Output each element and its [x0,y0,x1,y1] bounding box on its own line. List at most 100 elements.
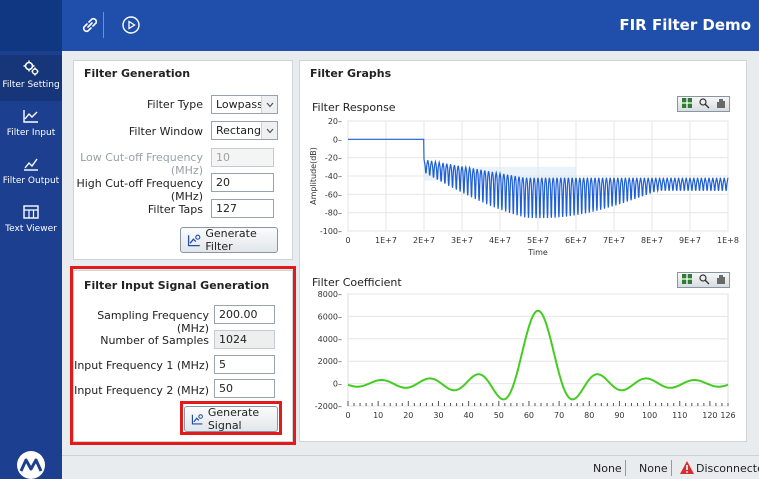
low-cutoff-label: Low Cut-off Frequency (MHz) [80,151,203,177]
x-tick-label: 8E+7 [641,236,663,245]
status-divider [671,460,672,476]
x-tick-label: 5E+7 [527,236,549,245]
connection-status: Disconnected [696,462,759,475]
x-tick-label: 110 [672,411,687,420]
y-tick-label: -20– [325,154,342,163]
x-tick-label: 30 [433,411,443,420]
filter-coefficient-title: Filter Coefficient [312,276,402,289]
y-axis-label: Amplitude(dB) [309,147,318,205]
filter-taps-field[interactable]: 127 [211,199,274,218]
x-tick-label: 6E+7 [565,236,587,245]
microchip-logo-icon [17,451,45,479]
filter-window-label: Filter Window [128,125,203,138]
status-item-2: None [639,462,668,475]
y-tick-label: 0– [333,135,342,144]
panel-title: Filter Generation [84,67,191,80]
filter-window-select[interactable]: Rectangle [211,121,278,140]
sampling-frequency-field[interactable]: 200.00 [214,305,275,324]
x-tick-label: 0 [345,236,350,245]
x-tick-label: 3E+7 [451,236,473,245]
y-tick-label: -100– [320,227,342,236]
gears-icon [22,59,40,77]
y-tick-label: -2000– [315,402,342,411]
y-tick-label: 0– [333,380,342,389]
sidebar-item-filter-output[interactable]: Filter Output [0,151,62,197]
y-tick-label: -80– [325,209,342,218]
y-tick-label: 8000– [318,290,342,299]
sidebar-item-label: Filter Input [6,128,56,138]
sidebar-item-filter-setting[interactable]: Filter Setting [0,55,62,101]
panel-title: Filter Graphs [310,67,392,80]
filter-type-select[interactable]: Lowpass [211,95,278,114]
input-frequency-1-label: Input Frequency 1 (MHz) [74,359,209,372]
high-cutoff-label: High Cut-off Frequency (MHz) [76,177,203,203]
number-of-samples-field: 1024 [214,330,275,349]
x-tick-label: 9E+7 [679,236,701,245]
signal-generation-panel: Filter Input Signal Generation Sampling … [73,270,293,442]
y-tick-label: 20– [328,117,342,126]
table-icon [22,203,40,221]
generate-signal-label: Generate Signal [207,406,260,432]
generate-filter-button[interactable]: Generate Filter [180,227,278,253]
zoom-tool-icon[interactable] [698,273,710,288]
x-tick-label: 60 [524,411,534,420]
generate-filter-icon [187,234,201,247]
top-bar-corner [0,0,62,51]
filter-type-value: Lowpass [216,98,263,111]
sampling-frequency-label: Sampling Frequency (MHz) [97,309,209,335]
response-graph-toolbar [677,96,730,112]
pan-tool-icon[interactable] [715,97,727,112]
toolbar-separator [103,12,104,38]
x-axis-label: Time [527,248,548,257]
y-tick-label: -60– [325,190,342,199]
filter-response-chart: 20– 0– -20– -40– -60– -80– -100–0 1E+7 2E+7 3E+7 4… [309,117,739,257]
filter-type-label: Filter Type [146,98,203,111]
filter-graphs-panel: Filter Graphs Filter Response 20– 0– -20– -… [299,60,747,442]
y-tick-label: -40– [325,172,342,181]
y-tick-label: 2000– [318,357,342,366]
x-tick-label: 0 [345,411,350,420]
x-tick-label: 40 [464,411,474,420]
chevron-down-icon [261,122,277,139]
high-cutoff-field[interactable]: 20 [211,173,274,192]
app-title: FIR Filter Demo [619,16,751,34]
low-cutoff-field[interactable]: 10 [211,148,274,167]
top-bar: FIR Filter Demo [0,0,759,51]
sidebar-item-label: Filter Setting [2,80,60,90]
sidebar-item-filter-input[interactable]: Filter Input [0,103,62,149]
play-icon[interactable] [118,12,144,38]
cursor-tool-icon[interactable] [681,273,693,288]
x-tick-label: 1E+7 [375,236,397,245]
y-tick-label: 4000– [318,335,342,344]
sidebar: Filter Setting Filter Input Filter Outpu… [0,51,62,479]
x-tick-label: 10 [373,411,383,420]
filter-coefficient-chart: 8000– 6000– 4000– 2000– 0– -2000–0 10 20 30 40 50 6… [315,290,736,420]
generate-signal-button[interactable]: Generate Signal [184,406,278,432]
pan-tool-icon[interactable] [715,273,727,288]
filter-generation-panel: Filter Generation Filter Type Lowpass Fi… [73,60,293,260]
sidebar-item-label: Text Viewer [5,224,57,234]
sidebar-item-text-viewer[interactable]: Text Viewer [0,199,62,245]
input-frequency-2-field[interactable]: 50 [214,379,275,398]
x-tick-label: 4E+7 [489,236,511,245]
status-bar: None None Disconnected [62,455,759,479]
x-tick-label: 90 [614,411,624,420]
link-icon[interactable] [77,12,103,38]
x-tick-label: 50 [494,411,504,420]
input-frequency-2-label: Input Frequency 2 (MHz) [74,384,209,397]
input-frequency-1-field[interactable]: 5 [214,355,275,374]
y-tick-label: 6000– [318,312,342,321]
zoom-tool-icon[interactable] [698,97,710,112]
cursor-tool-icon[interactable] [681,97,693,112]
chart-output-icon [22,155,40,173]
sidebar-item-label: Filter Output [2,176,60,186]
panel-title: Filter Input Signal Generation [84,279,270,292]
coefficient-graph-toolbar [677,272,730,288]
warning-icon [679,460,695,478]
status-divider [625,460,626,476]
number-of-samples-label: Number of Samples [100,334,209,347]
generate-signal-icon [191,414,203,425]
generate-filter-label: Generate Filter [205,227,257,253]
filter-response-title: Filter Response [312,101,396,114]
x-tick-label: 20 [403,411,413,420]
